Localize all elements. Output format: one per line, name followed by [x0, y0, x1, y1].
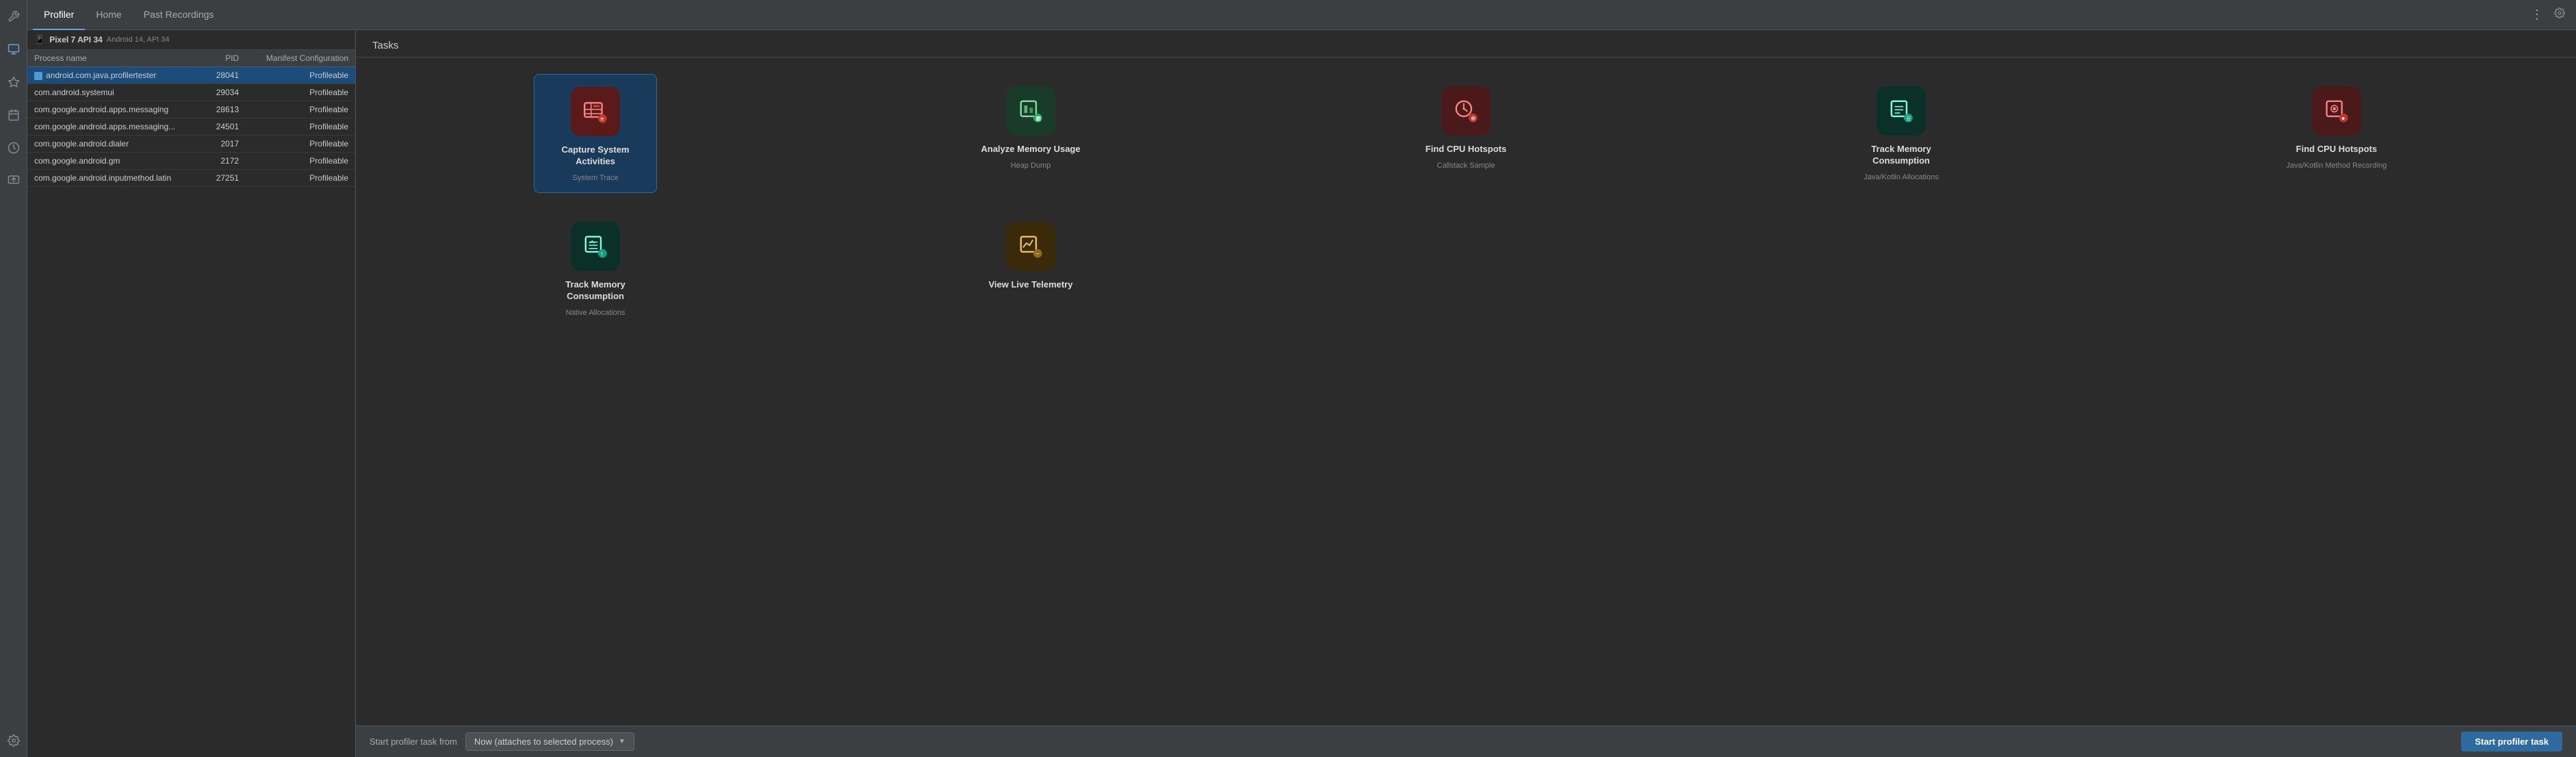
svg-text:≣: ≣ [1906, 114, 1911, 121]
col-pid: PID [204, 50, 246, 67]
task-name-java-kotlin-recording: Find CPU Hotspots [2296, 144, 2377, 155]
sidebar-icon-calendar[interactable] [4, 105, 23, 125]
process-config-cell: Profileable [246, 153, 355, 170]
task-icon-callstack-sample: ⊕ [1441, 86, 1491, 136]
task-name-callstack-sample: Find CPU Hotspots [1426, 144, 1506, 155]
start-profiler-button[interactable]: Start profiler task [2461, 732, 2562, 752]
device-api: Android 14, API 34 [107, 36, 170, 44]
device-row: 📱 Pixel 7 API 34 Android 14, API 34 [27, 30, 355, 50]
task-icon-heap-dump: ▦ [1006, 86, 1055, 136]
sidebar-icon-star[interactable] [4, 73, 23, 92]
tabbar: Profiler Home Past Recordings ⋮ [27, 0, 2576, 30]
task-icon-java-kotlin-recording: ● [2312, 86, 2361, 136]
sidebar-icon-settings[interactable] [4, 731, 23, 750]
task-icon-live-telemetry: ~ [1006, 222, 1055, 271]
table-row[interactable]: com.google.android.gm 2172 Profileable [27, 153, 355, 170]
svg-text:≡: ≡ [600, 115, 604, 122]
process-pid-cell: 2017 [204, 136, 246, 153]
process-name-cell: com.google.android.apps.messaging [27, 101, 204, 118]
tabbar-menu-button[interactable]: ⋮ [2525, 5, 2549, 25]
tab-past-recordings[interactable]: Past Recordings [133, 0, 225, 30]
tab-profiler[interactable]: Profiler [33, 0, 85, 30]
right-panel: Tasks ≡ Capture System Activities System … [356, 30, 2576, 757]
svg-text:~: ~ [1035, 251, 1039, 257]
task-sub-callstack-sample: Callstack Sample [1437, 161, 1495, 170]
device-name: Pixel 7 API 34 [49, 35, 103, 44]
process-name-cell: com.google.android.gm [27, 153, 204, 170]
main-area: Profiler Home Past Recordings ⋮ 📱 Pixel … [27, 0, 2576, 757]
sidebar-icon-terminal[interactable] [4, 171, 23, 190]
tasks-header: Tasks [356, 30, 2576, 57]
task-card-native-alloc[interactable]: ↑ Track Memory Consumption Native Allocat… [534, 209, 657, 327]
process-table: Process name PID Manifest Configuration … [27, 50, 355, 187]
task-card-java-kotlin-alloc[interactable]: ≣ Track Memory Consumption Java/Kotlin Al… [1840, 74, 1963, 193]
task-name-live-telemetry: View Live Telemetry [988, 279, 1072, 291]
process-pid-cell: 2172 [204, 153, 246, 170]
attach-dropdown-value: Now (attaches to selected process) [474, 736, 613, 747]
table-row[interactable]: android.com.java.profilertester 28041 Pr… [27, 67, 355, 84]
process-pid-cell: 29034 [204, 84, 246, 101]
table-row[interactable]: com.android.systemui 29034 Profileable [27, 84, 355, 101]
task-sub-native-alloc: Native Allocations [566, 308, 626, 318]
process-config-cell: Profileable [246, 118, 355, 136]
process-pid-cell: 28041 [204, 67, 246, 84]
process-pid-cell: 27251 [204, 170, 246, 187]
process-name-cell: com.android.systemui [27, 84, 204, 101]
col-manifest: Manifest Configuration [246, 50, 355, 67]
sidebar-icon-clock[interactable] [4, 138, 23, 157]
task-card-system-trace[interactable]: ≡ Capture System Activities System Trace [534, 74, 657, 193]
table-row[interactable]: com.google.android.inputmethod.latin 272… [27, 170, 355, 187]
svg-text:▦: ▦ [1035, 114, 1041, 121]
start-from-label: Start profiler task from [370, 736, 457, 747]
task-name-native-alloc: Track Memory Consumption [542, 279, 649, 303]
task-icon-system-trace: ≡ [571, 87, 620, 136]
task-sub-heap-dump: Heap Dump [1011, 161, 1051, 170]
process-config-cell: Profileable [246, 101, 355, 118]
task-card-live-telemetry[interactable]: ~ View Live Telemetry [980, 209, 1081, 327]
process-name-cell: com.google.android.apps.messaging... [27, 118, 204, 136]
tab-home[interactable]: Home [85, 0, 132, 30]
col-process-name: Process name [27, 50, 204, 67]
svg-text:⊕: ⊕ [1471, 114, 1476, 121]
task-name-system-trace: Capture System Activities [543, 144, 648, 168]
tabbar-settings-button[interactable] [2549, 5, 2571, 25]
process-config-cell: Profileable [246, 136, 355, 153]
table-row[interactable]: com.google.android.dialer 2017 Profileab… [27, 136, 355, 153]
bottom-bar: Start profiler task from Now (attaches t… [356, 726, 2576, 757]
sidebar-icon-tool[interactable] [4, 7, 23, 26]
sidebar [0, 0, 27, 757]
task-name-heap-dump: Analyze Memory Usage [981, 144, 1080, 155]
chevron-down-icon: ▼ [619, 738, 626, 745]
svg-text:●: ● [2341, 114, 2345, 121]
process-config-cell: Profileable [246, 170, 355, 187]
table-row[interactable]: com.google.android.apps.messaging... 245… [27, 118, 355, 136]
process-config-cell: Profileable [246, 67, 355, 84]
task-name-java-kotlin-alloc: Track Memory Consumption [1848, 144, 1955, 167]
task-icon-native-alloc: ↑ [571, 222, 620, 271]
process-pid-cell: 24501 [204, 118, 246, 136]
process-name-cell: com.google.android.dialer [27, 136, 204, 153]
process-pid-cell: 28613 [204, 101, 246, 118]
task-sub-java-kotlin-recording: Java/Kotlin Method Recording [2287, 161, 2387, 170]
task-card-heap-dump[interactable]: ▦ Analyze Memory Usage Heap Dump [973, 74, 1088, 193]
content-area: 📱 Pixel 7 API 34 Android 14, API 34 Proc… [27, 30, 2576, 757]
process-config-cell: Profileable [246, 84, 355, 101]
tasks-grid: ≡ Capture System ActivitiesSystem Trace … [356, 57, 2576, 726]
left-panel: 📱 Pixel 7 API 34 Android 14, API 34 Proc… [27, 30, 356, 757]
task-icon-java-kotlin-alloc: ≣ [1877, 86, 1926, 136]
process-name-cell: android.com.java.profilertester [27, 67, 204, 84]
sidebar-icon-profiler[interactable] [4, 40, 23, 59]
attach-dropdown[interactable]: Now (attaches to selected process) ▼ [465, 732, 634, 751]
task-sub-system-trace: System Trace [572, 173, 618, 183]
svg-text:↑: ↑ [600, 251, 603, 257]
process-name-cell: com.google.android.inputmethod.latin [27, 170, 204, 187]
task-card-callstack-sample[interactable]: ⊕ Find CPU Hotspots Callstack Sample [1417, 74, 1515, 193]
task-card-java-kotlin-recording[interactable]: ● Find CPU Hotspots Java/Kotlin Method Re… [2278, 74, 2395, 193]
task-sub-java-kotlin-alloc: Java/Kotlin Allocations [1864, 172, 1938, 182]
phone-icon: 📱 [34, 34, 45, 45]
table-row[interactable]: com.google.android.apps.messaging 28613 … [27, 101, 355, 118]
